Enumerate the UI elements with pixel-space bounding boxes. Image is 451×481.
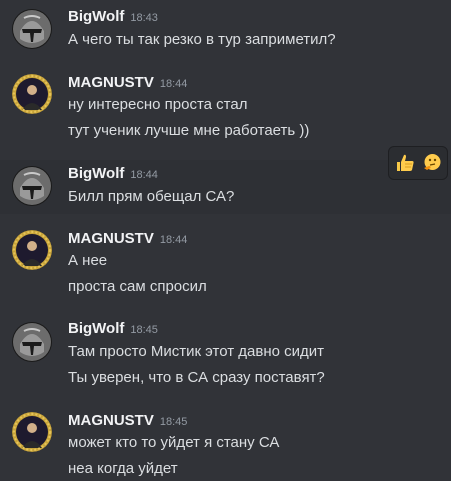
timestamp: 18:44: [159, 234, 188, 246]
portrait-icon: [12, 230, 52, 270]
helmet-icon: [12, 166, 52, 206]
avatar-portrait[interactable]: [12, 74, 52, 114]
username[interactable]: MAGNUSTV: [68, 230, 154, 247]
message: BigWolf 18:43 А чего ты так резко в тур з…: [0, 0, 451, 66]
avatar-portrait[interactable]: [12, 230, 52, 270]
avatar-portrait[interactable]: [12, 412, 52, 452]
username[interactable]: MAGNUSTV: [68, 412, 154, 429]
username[interactable]: BigWolf: [68, 320, 124, 337]
message-text: может кто то уйдет я стану СА: [68, 434, 280, 451]
timestamp: 18:44: [130, 169, 158, 181]
portrait-icon: [12, 412, 52, 452]
message-text: А нее: [68, 252, 108, 269]
message-text: А чего ты так резко в тур заприметил?: [68, 31, 336, 48]
avatar-helmet[interactable]: [12, 322, 52, 362]
timestamp: 18:45: [130, 324, 158, 336]
username[interactable]: BigWolf: [68, 8, 124, 25]
message: MAGNUSTV 18:44 А нее проста сам спросил: [0, 222, 451, 314]
message-text: Ты уверен, что в СА сразу поставят?: [68, 369, 325, 386]
message-text: тут ученик лучше мне работаеть )): [68, 122, 310, 139]
timestamp: 18:44: [159, 78, 188, 90]
helmet-icon: [12, 322, 52, 362]
avatar-helmet[interactable]: [12, 166, 52, 206]
message: MAGNUSTV 18:44 ну интересно проста стал т…: [0, 66, 451, 160]
timestamp: 18:43: [130, 12, 158, 24]
message-text: неа когда уйдет: [68, 460, 178, 477]
message-text: Билл прям обещал СА?: [68, 188, 235, 205]
message-text: ну интересно проста стал: [68, 96, 248, 113]
message-text: Там просто Мистик этот давно сидит: [68, 343, 324, 360]
thumbs-up-icon[interactable]: [392, 150, 418, 176]
message-hovered: BigWolf 18:44 Билл прям обещал СА?: [0, 160, 451, 214]
username[interactable]: MAGNUSTV: [68, 74, 154, 91]
message-hover-toolbar: [388, 146, 448, 180]
message-text: проста сам спросил: [68, 278, 207, 295]
helmet-icon: [12, 9, 52, 49]
username[interactable]: BigWolf: [68, 165, 124, 182]
thinking-face-icon[interactable]: [419, 150, 445, 176]
chat-messages: BigWolf 18:43 А чего ты так резко в тур з…: [0, 0, 451, 481]
portrait-icon: [12, 74, 52, 114]
avatar-helmet[interactable]: [12, 9, 52, 49]
timestamp: 18:45: [159, 416, 188, 428]
message: MAGNUSTV 18:45 может кто то уйдет я стану…: [0, 406, 451, 481]
message: BigWolf 18:45 Там просто Мистик этот давн…: [0, 314, 451, 406]
